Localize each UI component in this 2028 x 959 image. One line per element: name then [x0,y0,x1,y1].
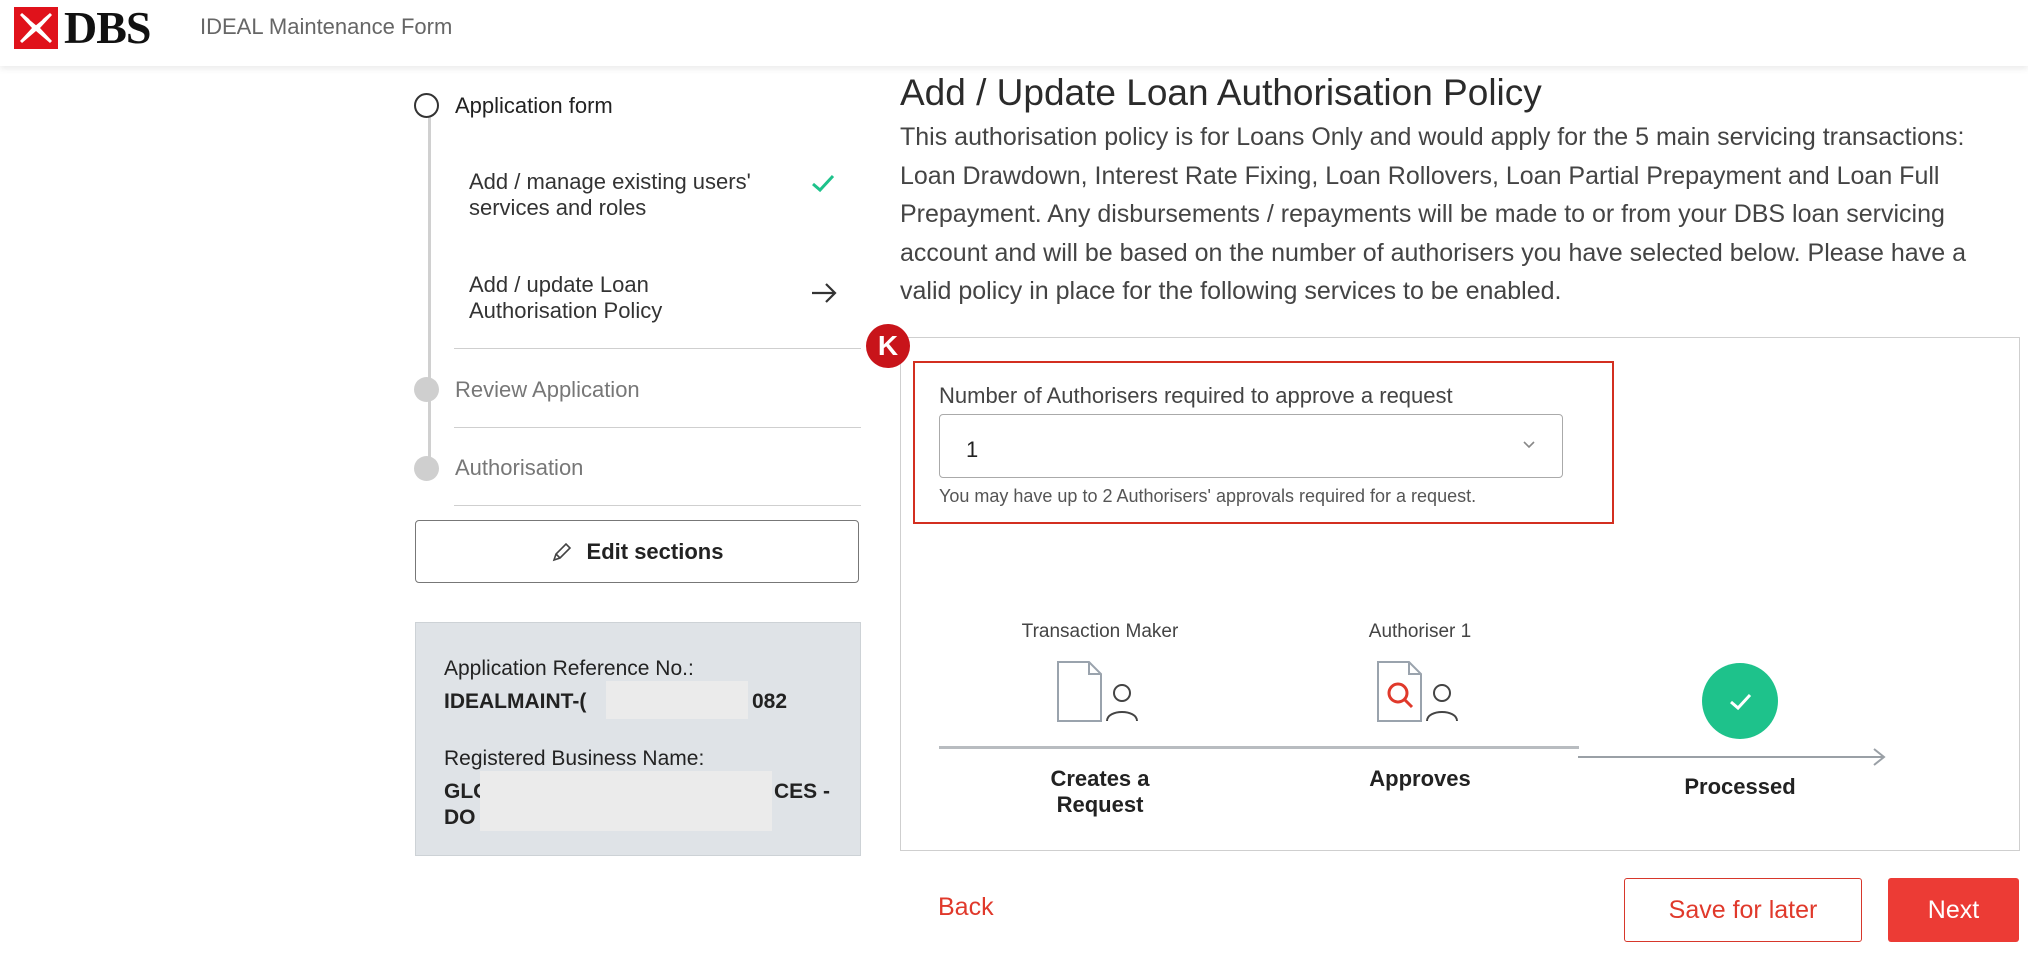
authorisers-select-value: 1 [966,437,979,462]
step-pending-circle-icon [414,377,439,402]
flow-authoriser-label: Authoriser 1 [1368,621,1472,642]
reference-value-end: 082 [752,690,788,713]
step-progress-line [428,115,431,470]
substep-manage-users-line1: Add / manage existing users' [469,169,751,194]
flow-authoriser-caption: Approves [1369,766,1471,791]
edit-sections-button[interactable]: Edit sections [415,520,859,583]
step-authorisation[interactable] [414,456,439,481]
next-button[interactable]: Next [1888,878,2019,942]
business-name-label: Registered Business Name: [444,747,705,770]
processed-check-icon [1702,663,1778,739]
save-for-later-button[interactable]: Save for later [1624,878,1862,942]
top-bar: DBS IDEAL Maintenance Form [0,0,2028,66]
flow-processed-caption: Processed [1684,774,1796,799]
dbs-logo-icon [14,7,58,49]
edit-sections-label: Edit sections [586,538,724,564]
flow-maker-caption-line2: Request [1056,792,1144,817]
app-title: IDEAL Maintenance Form [200,14,453,39]
step-pending-circle-icon [414,456,439,481]
pencil-icon [552,542,571,561]
step-label-application-form[interactable]: Application form [455,93,613,119]
application-reference-panel: Application Reference No.: IDEALMAINT-( … [415,622,861,856]
logo-text: DBS [64,2,151,53]
step-review-application[interactable] [414,377,439,402]
redaction-mask [606,681,748,719]
substep-loan-line2: Authorisation Policy [469,298,663,323]
page-title: Add / Update Loan Authorisation Policy [900,72,1542,113]
nav-divider [454,348,861,349]
substep-manage-users-line2: services and roles [469,195,647,220]
flow-line [939,746,1579,749]
document-search-user-icon [1377,661,1458,722]
arrow-right-icon [812,283,837,303]
step-label-review[interactable]: Review Application [455,377,640,403]
dbs-logo[interactable]: DBS [14,2,151,53]
chevron-down-icon [1523,441,1535,449]
flow-maker-label: Transaction Maker [1021,621,1179,642]
check-icon [812,174,835,193]
nav-divider [454,505,861,506]
authorisers-hint: You may have up to 2 Authorisers' approv… [939,486,1477,506]
redaction-mask [480,771,772,831]
policy-description: This authorisation policy is for Loans O… [900,123,1966,305]
step-current-circle-icon [414,93,439,118]
substep-loan-line1: Add / update Loan [469,272,649,297]
annotation-badge: K [866,324,910,368]
flow-maker-caption: Creates a Request [990,766,1210,818]
authorisers-field-label: Number of Authorisers required to approv… [939,383,1453,408]
flow-maker-caption-line1: Creates a [1050,766,1150,791]
nav-divider [454,427,861,428]
substep-loan-authorisation[interactable]: Add / update Loan Authorisation Policy [469,272,662,324]
back-link[interactable]: Back [938,893,994,922]
substep-manage-users[interactable]: Add / manage existing users' services an… [469,169,751,221]
document-user-icon [1057,661,1138,722]
authorisers-select[interactable]: 1 [939,414,1563,478]
business-name-line1-end: CES - [774,780,831,803]
reference-label: Application Reference No.: [444,657,694,680]
step-label-authorisation[interactable]: Authorisation [455,455,583,481]
step-application-form[interactable] [414,93,439,118]
flow-arrow-icon [1578,748,1886,766]
reference-value-start: IDEALMAINT-( [444,690,587,713]
